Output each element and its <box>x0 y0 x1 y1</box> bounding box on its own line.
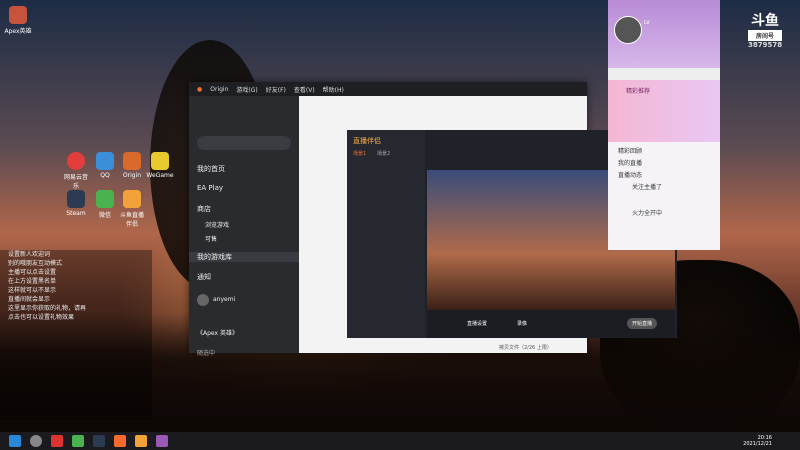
nav-browse[interactable]: 浏览游戏 <box>205 220 229 229</box>
desktop-icon-netease[interactable]: 网易云音乐 <box>62 152 90 190</box>
douyu-icon <box>123 190 141 208</box>
menu-games[interactable]: 游戏(G) <box>236 85 257 94</box>
start-live-button[interactable]: 开始直播 <box>627 318 658 329</box>
nav-ea-play[interactable]: EA Play <box>197 184 223 192</box>
wegame-icon <box>151 152 169 170</box>
search-icon[interactable] <box>30 435 42 447</box>
menu-view[interactable]: 查看(V) <box>294 85 315 94</box>
origin-app-title: Origin <box>210 85 229 93</box>
record-button[interactable]: 录像 <box>517 320 527 327</box>
desktop-icon-1[interactable]: Apex英雄 <box>4 6 32 35</box>
origin-sidebar: 我的首页 EA Play 商店 浏览游戏 可售 我的游戏库 通知 anyemi … <box>189 96 299 357</box>
douyu-icon[interactable] <box>135 435 147 447</box>
nav-notifications[interactable]: 通知 <box>197 272 211 282</box>
taskbar-app-icon[interactable] <box>51 435 63 447</box>
taskbar: 20:16 2021/12/21 <box>0 432 800 450</box>
tab-scene2[interactable]: 场景2 <box>377 150 390 157</box>
desktop-icon-steam[interactable]: Steam <box>62 190 90 217</box>
desktop-icon-wechat[interactable]: 微信 <box>91 190 119 219</box>
list-item[interactable]: 火力全开中 <box>632 208 662 217</box>
taskbar-app-icon[interactable] <box>156 435 168 447</box>
steam-icon <box>67 190 85 208</box>
qq-icon <box>96 152 114 170</box>
steam-icon[interactable] <box>93 435 105 447</box>
wechat-icon <box>96 190 114 208</box>
apex-icon <box>9 6 27 24</box>
douyu-banner[interactable]: 精彩推荐 <box>608 80 720 142</box>
douyu-tabs[interactable] <box>608 68 720 80</box>
douyu-logo: 斗鱼 房间号 3879578 <box>748 13 783 49</box>
level-badge: LV <box>644 20 650 26</box>
nav-deals[interactable]: 可售 <box>205 234 217 243</box>
chat-overlay: 设置新人欢迎词 别的哦朋友互动模式 主播可以点击设置 在上方设置黑名单 这样就可… <box>0 250 152 420</box>
origin-window[interactable]: ● Origin 游戏(G) 好友(F) 查看(V) 帮助(H) 我的首页 EA… <box>189 82 677 357</box>
origin-main: 直播伴侣 场景1 场景2 直播设置 录像 开始直播 拷贝文件（2/26 上限） <box>299 96 677 353</box>
nav-store[interactable]: 商店 <box>197 204 211 214</box>
list-item[interactable]: 直播动态 <box>618 170 642 179</box>
nav-library[interactable]: 我的游戏库 <box>189 252 299 262</box>
tab-scene1[interactable]: 场景1 <box>353 150 366 157</box>
douyu-list: 精彩回顾 我的直播 直播动态 关注主播了 火力全开中 <box>608 142 720 250</box>
search-input[interactable] <box>197 136 291 150</box>
menu-friends[interactable]: 好友(F) <box>266 85 286 94</box>
list-item[interactable]: 精彩回顾 <box>618 146 642 155</box>
avatar[interactable] <box>197 294 209 306</box>
desktop-icon-douyu[interactable]: 斗鱼直播伴侣 <box>118 190 146 228</box>
game-label[interactable]: 《Apex 英雄》 <box>197 328 238 337</box>
streamer-controls: 直播设置 录像 开始直播 <box>427 310 675 338</box>
streamer-app-sidebar: 直播伴侣 场景1 场景2 <box>347 130 425 338</box>
menu-help[interactable]: 帮助(H) <box>323 85 344 94</box>
footer-status: 随选中 <box>197 350 216 357</box>
douyu-panel: LV 精彩推荐 精彩回顾 我的直播 直播动态 关注主播了 火力全开中 <box>608 0 720 250</box>
wechat-icon[interactable] <box>72 435 84 447</box>
live-settings-button[interactable]: 直播设置 <box>467 320 487 327</box>
system-clock[interactable]: 20:16 2021/12/21 <box>743 435 772 447</box>
netease-music-icon <box>67 152 85 170</box>
nav-home[interactable]: 我的首页 <box>197 164 225 174</box>
desktop-icon-qq[interactable]: QQ <box>91 152 119 179</box>
user-name: anyemi <box>213 296 236 303</box>
origin-icon[interactable] <box>114 435 126 447</box>
avatar[interactable] <box>614 16 642 44</box>
streamer-brand: 直播伴侣 <box>353 137 381 145</box>
origin-titlebar[interactable]: ● Origin 游戏(G) 好友(F) 查看(V) 帮助(H) <box>189 82 587 96</box>
list-item[interactable]: 关注主播了 <box>632 182 662 191</box>
desktop-icon-origin[interactable]: Origin <box>118 152 146 179</box>
download-status: 拷贝文件（2/26 上限） <box>499 345 552 351</box>
origin-icon <box>123 152 141 170</box>
banner-title: 精彩推荐 <box>626 88 651 95</box>
room-id: 3879578 <box>748 41 783 49</box>
origin-logo-icon: ● <box>197 85 203 93</box>
start-button[interactable] <box>9 435 21 447</box>
desktop-icon-wegame[interactable]: WeGame <box>146 152 174 179</box>
list-item[interactable]: 我的直播 <box>618 158 642 167</box>
